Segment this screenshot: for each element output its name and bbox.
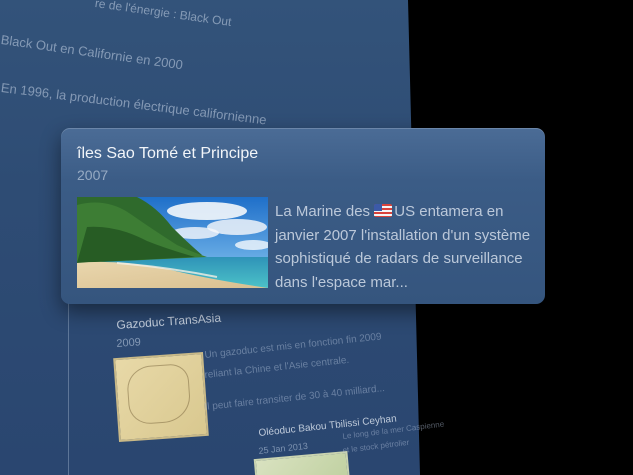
event-description: La Marine des US entamera en janvier 200… [275,200,535,294]
beach-photo[interactable] [77,197,268,288]
event-year: 2007 [77,167,109,183]
event-detail-card[interactable]: îles Sao Tomé et Principe 2007 La Marine… [61,128,545,304]
beach-photo-image [77,197,268,288]
timeline-item-year: 2009 [116,336,142,350]
timeline-line [68,300,69,475]
us-flag-icon [374,204,393,217]
timeline-item-map-image[interactable] [113,351,209,443]
event-description-start: La Marine des [275,203,375,220]
event-title: îles Sao Tomé et Principe [77,145,259,162]
